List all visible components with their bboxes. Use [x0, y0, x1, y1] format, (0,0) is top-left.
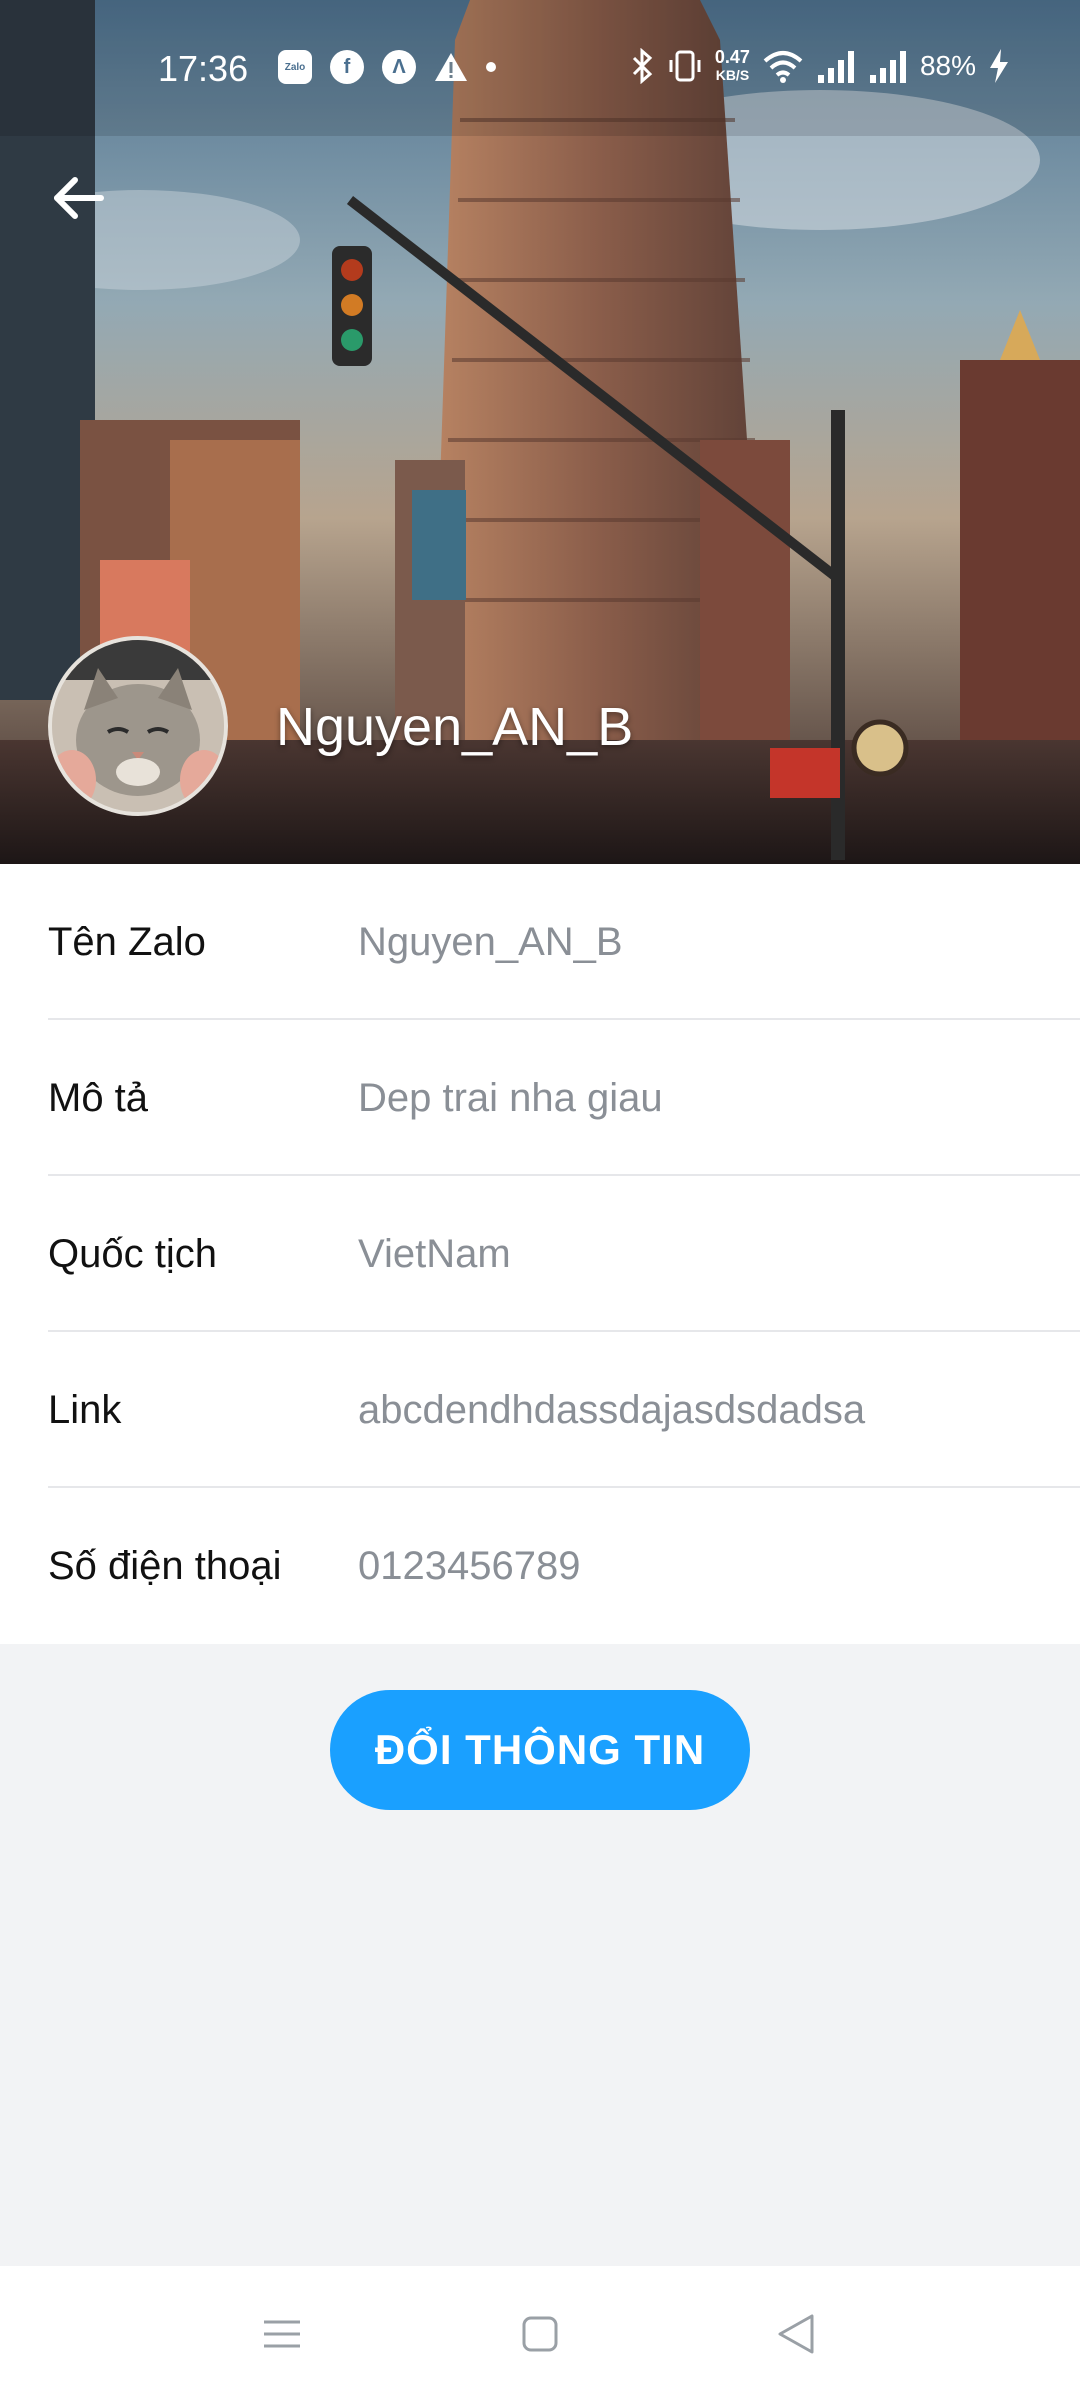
vibrate-icon	[669, 50, 701, 82]
profile-info-list: Tên Zalo Nguyen_AN_B Mô tả Dep trai nha …	[0, 864, 1080, 1644]
network-speed: 0.47 KB/S	[714, 47, 750, 83]
nav-back-button[interactable]	[772, 2310, 820, 2358]
cat-avatar-image	[52, 640, 224, 812]
dot-icon	[486, 62, 496, 72]
cover-photo: 17:36 Zalo f Λ 0.47 KB/S 88% Nguyen_AN_B	[0, 0, 1080, 864]
info-label: Số điện thoại	[48, 1543, 282, 1588]
warning-icon	[435, 53, 467, 81]
profile-screen: 17:36 Zalo f Λ 0.47 KB/S 88% Nguyen_AN_B…	[0, 0, 1080, 2400]
home-button[interactable]	[516, 2310, 564, 2358]
info-row-zalo-name: Tên Zalo Nguyen_AN_B	[0, 864, 1080, 1020]
change-info-button[interactable]: ĐỔI THÔNG TIN	[330, 1690, 750, 1810]
bluetooth-icon	[632, 48, 653, 84]
info-label: Link	[48, 1387, 122, 1432]
info-value: Dep trai nha giau	[358, 1075, 663, 1120]
menu-button[interactable]	[258, 2310, 306, 2358]
signal-icon-2	[869, 51, 906, 83]
signal-icon-1	[817, 51, 854, 83]
facebook-icon: f	[330, 50, 364, 84]
notification-icons: Zalo f Λ	[278, 50, 496, 84]
battery-percent: 88%	[919, 50, 976, 81]
status-time: 17:36	[158, 48, 249, 89]
arrow-left-icon	[54, 177, 104, 219]
system-status-icons: 0.47 KB/S 88%	[631, 48, 1010, 84]
wifi-icon	[763, 51, 803, 83]
back-button[interactable]	[46, 166, 110, 230]
info-label: Mô tả	[48, 1075, 149, 1120]
profile-name: Nguyen_AN_B	[276, 697, 634, 757]
system-nav-bar	[0, 2266, 1080, 2400]
status-bar: 17:36 Zalo f Λ 0.47 KB/S 88%	[0, 0, 1080, 136]
app-icon: Λ	[382, 50, 416, 84]
info-value: Nguyen_AN_B	[358, 919, 623, 964]
info-label: Tên Zalo	[48, 919, 206, 964]
menu-icon	[264, 2320, 300, 2348]
back-triangle-icon	[778, 2314, 814, 2354]
info-value: abcdendhdassdajasdsdadsa	[358, 1387, 866, 1432]
info-label: Quốc tịch	[48, 1231, 217, 1276]
info-value: VietNam	[358, 1231, 511, 1276]
info-row-nationality: Quốc tịch VietNam	[0, 1176, 1080, 1332]
info-row-description: Mô tả Dep trai nha giau	[0, 1020, 1080, 1176]
charging-icon	[990, 49, 1008, 83]
info-value: 0123456789	[358, 1543, 581, 1588]
zalo-icon: Zalo	[278, 50, 312, 84]
info-row-link: Link abcdendhdassdajasdsdadsa	[0, 1332, 1080, 1488]
home-square-icon	[522, 2316, 558, 2352]
avatar[interactable]	[48, 636, 228, 816]
info-row-phone: Số điện thoại 0123456789	[0, 1488, 1080, 1644]
